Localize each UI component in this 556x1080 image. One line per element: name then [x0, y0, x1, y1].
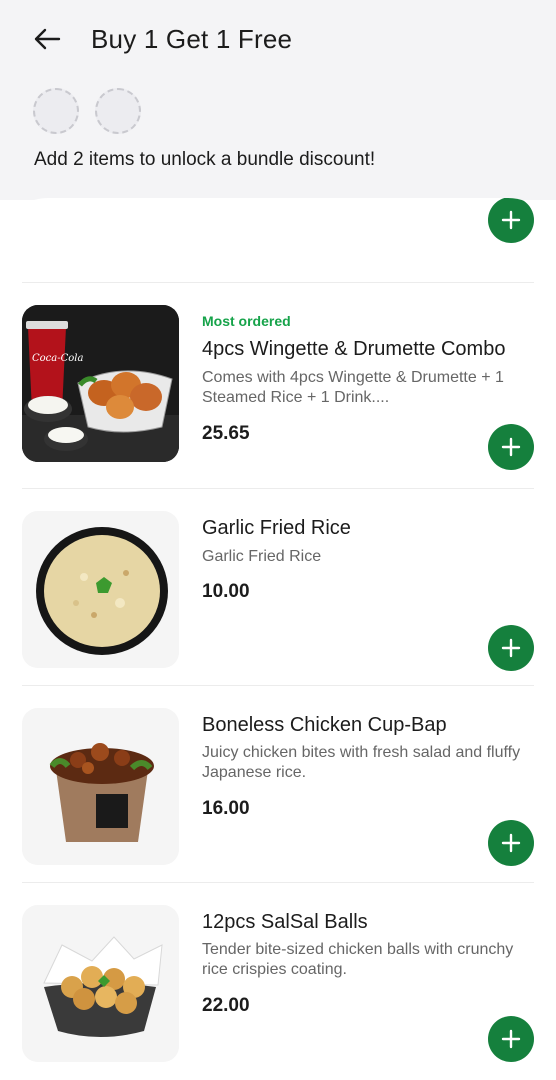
svg-text:Coca-Cola: Coca-Cola [32, 353, 83, 364]
garlic-rice-image [22, 511, 179, 668]
list-item[interactable]: Coca-Cola Most ordered 4pcs Wingette & D… [0, 283, 556, 479]
back-button[interactable] [30, 22, 64, 56]
header: Buy 1 Get 1 Free Add 2 items to unlock a… [0, 0, 556, 200]
menu-sheet: Coca-Cola Most ordered 4pcs Wingette & D… [0, 198, 556, 1080]
item-name: 4pcs Wingette & Drumette Combo [202, 338, 506, 360]
add-button[interactable] [488, 820, 534, 866]
arrow-left-icon [34, 28, 61, 50]
plus-icon [501, 210, 521, 230]
list-item[interactable]: 12pcs SalSal Balls Tender bite-sized chi… [0, 883, 556, 1079]
plus-icon [501, 437, 521, 457]
item-description: Comes with 4pcs Wingette & Drumette + 1 … [202, 369, 504, 406]
unlock-message: Add 2 items to unlock a bundle discount! [34, 149, 376, 170]
add-button[interactable] [488, 198, 534, 243]
bundle-slot-1 [33, 88, 79, 134]
list-item[interactable]: Boneless Chicken Cup-Bap Juicy chicken b… [0, 686, 556, 882]
item-price: 25.65 [202, 423, 250, 444]
page-title: Buy 1 Get 1 Free [91, 24, 293, 54]
item-name: Garlic Fried Rice [202, 517, 351, 539]
bundle-slot-2 [95, 88, 141, 134]
item-name: 12pcs SalSal Balls [202, 911, 368, 933]
item-price: 22.00 [202, 995, 250, 1016]
plus-icon [501, 833, 521, 853]
wings-combo-image: Coca-Cola [22, 305, 179, 462]
add-button[interactable] [488, 424, 534, 470]
item-description: Tender bite-sized chicken balls with cru… [202, 941, 514, 978]
add-button[interactable] [488, 1016, 534, 1062]
cupbap-image [22, 708, 179, 865]
item-name: Boneless Chicken Cup-Bap [202, 714, 447, 736]
item-price: 10.00 [202, 581, 250, 602]
item-badge: Most ordered [202, 313, 291, 329]
item-price: 16.00 [202, 798, 250, 819]
item-description: Garlic Fried Rice [202, 548, 322, 565]
plus-icon [501, 1029, 521, 1049]
list-item[interactable]: Garlic Fried Rice Garlic Fried Rice 10.0… [0, 489, 556, 685]
item-description: Juicy chicken bites with fresh salad and… [202, 744, 521, 781]
plus-icon [501, 638, 521, 658]
add-button[interactable] [488, 625, 534, 671]
salsal-balls-image [22, 905, 179, 1062]
